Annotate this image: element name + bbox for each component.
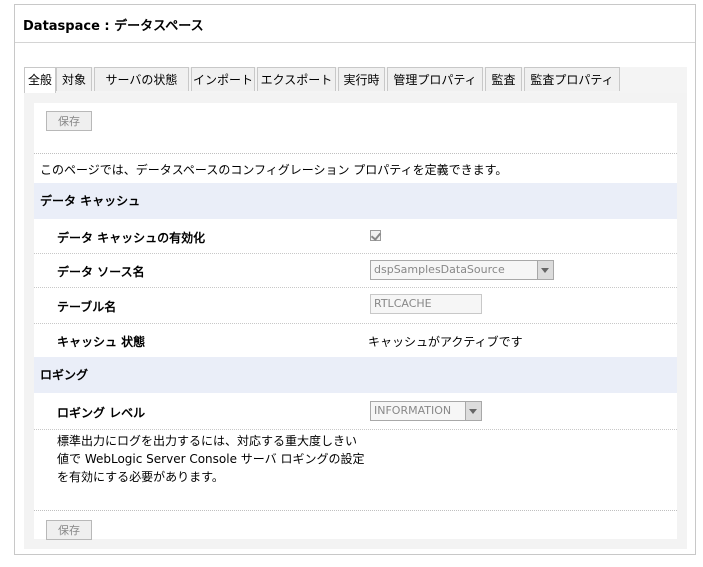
tab-audit[interactable]: 監査 [485, 67, 522, 91]
table-name-input[interactable]: RTLCACHE [370, 294, 482, 314]
page-title: Dataspace : データスペース [23, 19, 204, 34]
dataspace-panel: Dataspace : データスペース 全般 対象 サーバの状態 インポート エ… [14, 4, 696, 555]
tab-content: 保存 このページでは、データスペースのコンフィグレーション プロパティを定義でき… [24, 93, 687, 549]
table-name-label: テーブル名 [57, 300, 117, 314]
row-log-level: ロギング レベル INFORMATION [34, 393, 677, 430]
tab-export[interactable]: エクスポート [257, 67, 336, 91]
row-cache-status: キャッシュ 状態 キャッシュがアクティブです [34, 323, 677, 358]
tab-general[interactable]: 全般 [24, 67, 56, 94]
page-description: このページでは、データスペースのコンフィグレーション プロパティを定義できます。 [40, 163, 508, 177]
tab-server-status[interactable]: サーバの状態 [94, 67, 189, 91]
tab-admin-properties[interactable]: 管理プロパティ [387, 67, 483, 91]
divider [34, 510, 677, 511]
log-level-value: INFORMATION [374, 404, 452, 417]
section-logging: ロギング [34, 357, 677, 393]
tab-target[interactable]: 対象 [56, 67, 92, 91]
tab-runtime[interactable]: 実行時 [338, 67, 385, 91]
chevron-down-icon [537, 261, 553, 279]
enable-cache-label: データ キャッシュの有効化 [57, 231, 206, 245]
cache-status-label: キャッシュ 状態 [57, 335, 146, 349]
row-enable-cache: データ キャッシュの有効化 [34, 219, 677, 254]
row-table-name: テーブル名 RTLCACHE [34, 287, 677, 324]
tab-import[interactable]: インポート [191, 67, 255, 91]
log-level-label: ロギング レベル [57, 406, 146, 420]
log-level-select[interactable]: INFORMATION [370, 401, 482, 421]
cache-status-value: キャッシュがアクティブです [368, 335, 523, 349]
divider [34, 153, 677, 154]
tab-audit-properties[interactable]: 監査プロパティ [524, 67, 620, 91]
enable-cache-checkbox[interactable] [370, 230, 381, 241]
row-datasource: データ ソース名 dspSamplesDataSource [34, 253, 677, 288]
tab-bar: 全般 対象 サーバの状態 インポート エクスポート 実行時 管理プロパティ 監査… [24, 67, 687, 94]
panel-header: Dataspace : データスペース [15, 5, 695, 43]
datasource-select[interactable]: dspSamplesDataSource [370, 260, 554, 280]
datasource-label: データ ソース名 [57, 265, 145, 279]
form-area: 保存 このページでは、データスペースのコンフィグレーション プロパティを定義でき… [34, 103, 677, 540]
logging-note: 標準出力にログを出力するには、対応する重大度しきい値で WebLogic Ser… [57, 434, 365, 484]
datasource-value: dspSamplesDataSource [374, 263, 505, 276]
section-data-cache: データ キャッシュ [34, 183, 677, 219]
save-button-bottom[interactable]: 保存 [46, 520, 92, 540]
chevron-down-icon [465, 402, 481, 420]
save-button-top[interactable]: 保存 [46, 111, 92, 131]
